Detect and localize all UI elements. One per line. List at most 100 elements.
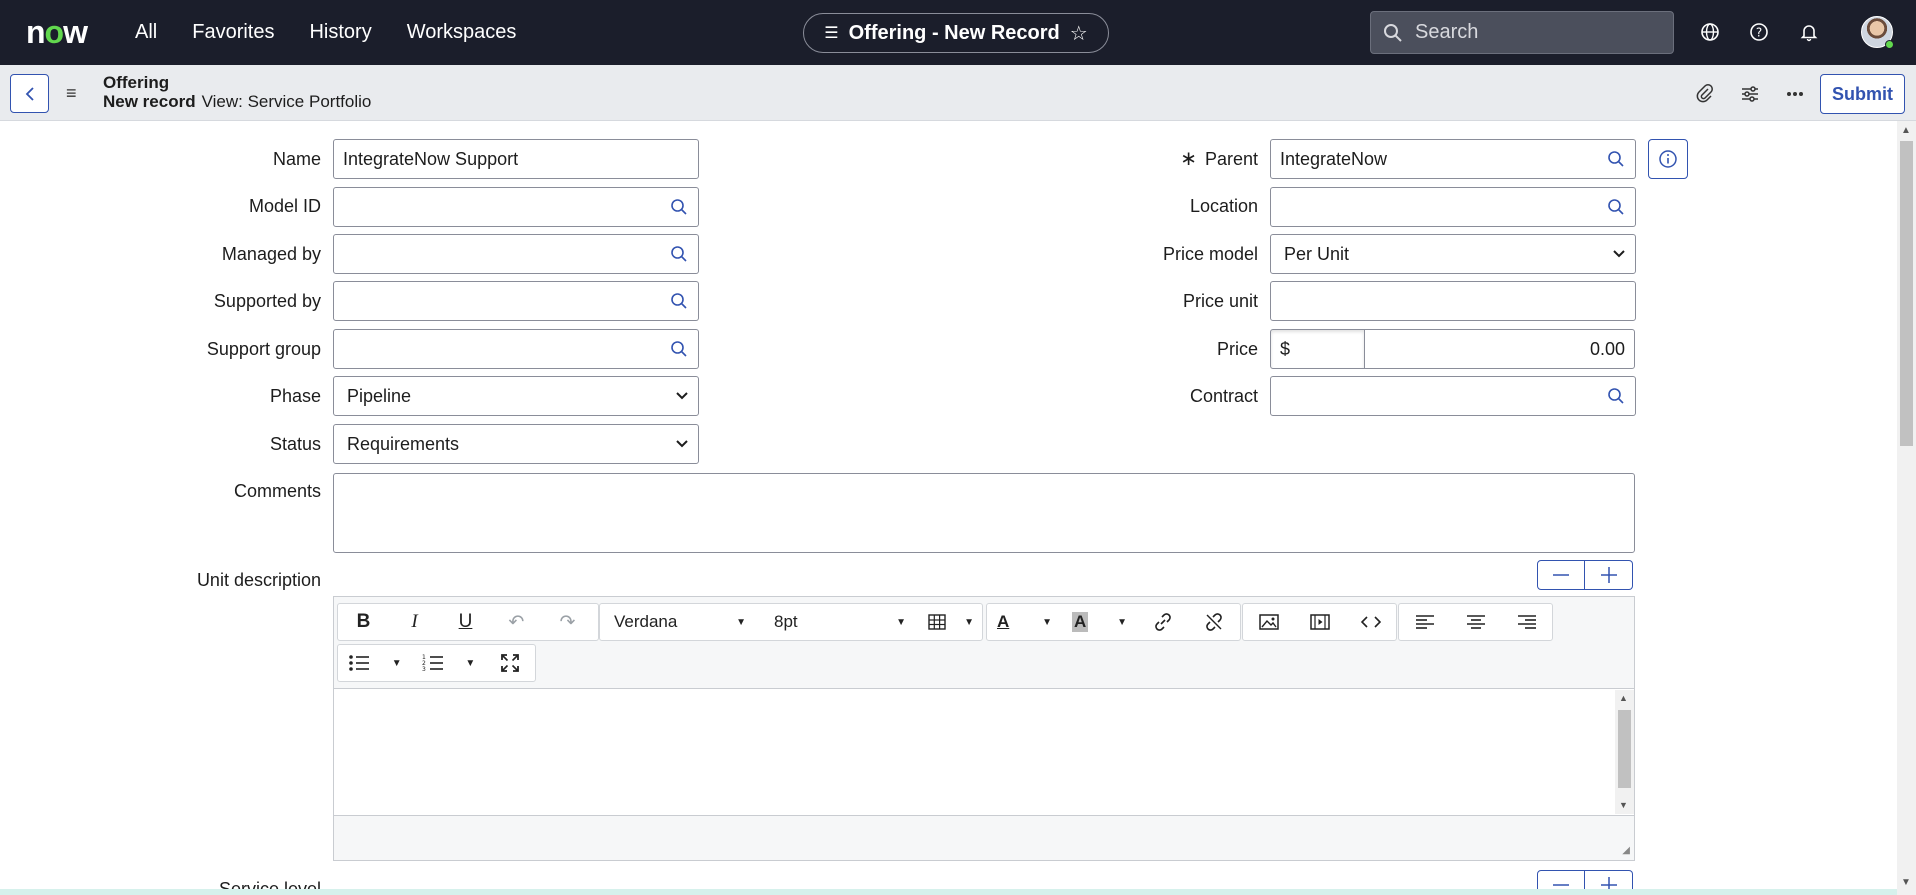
view-name: View: Service Portfolio: [201, 92, 372, 111]
align-left-icon[interactable]: [1399, 604, 1450, 640]
record-state: New record: [103, 92, 196, 111]
text-color-dropdown[interactable]: A ▼: [987, 604, 1062, 640]
managed-by-input[interactable]: [333, 234, 660, 274]
plus-icon: [1600, 877, 1617, 889]
help-icon[interactable]: ?: [1747, 20, 1771, 44]
unit-description-label: Unit description: [196, 570, 321, 590]
editor-scroll-up-icon[interactable]: ▲: [1619, 693, 1628, 703]
star-icon[interactable]: ☆: [1070, 21, 1088, 46]
form-header: ≡ Offering New record View: Service Portf…: [0, 65, 1916, 121]
bold-icon[interactable]: B: [338, 604, 389, 640]
bell-icon[interactable]: [1797, 20, 1821, 44]
nav-all[interactable]: All: [135, 21, 157, 44]
contract-input[interactable]: [1270, 376, 1597, 416]
unit-description-editor: B I U ↶ ↷ Verdana ▼ 8pt ▼ ▼ A ▼ A ▼ ▼ 1 …: [333, 596, 1635, 861]
parent-input[interactable]: IntegrateNow: [1270, 139, 1597, 179]
bullet-list-dropdown[interactable]: ▼: [338, 645, 412, 681]
font-size-value: 8pt: [774, 612, 798, 631]
managed-by-lookup-button[interactable]: [659, 234, 699, 274]
location-input[interactable]: [1270, 187, 1597, 227]
image-icon[interactable]: [1243, 604, 1294, 640]
price-model-select[interactable]: Per Unit: [1270, 234, 1636, 274]
caret-down-icon: ▼: [896, 616, 906, 628]
source-code-icon[interactable]: [1345, 604, 1396, 640]
collapse-service-level-button[interactable]: [1537, 870, 1585, 889]
italic-icon[interactable]: I: [389, 604, 440, 640]
scroll-down-icon[interactable]: ▼: [1901, 877, 1911, 888]
contract-lookup-button[interactable]: [1596, 376, 1636, 416]
paperclip-icon[interactable]: [1694, 83, 1716, 105]
context-menu-icon[interactable]: ≡: [66, 83, 77, 104]
link-icon[interactable]: [1137, 604, 1188, 640]
background-color-icon: A: [1072, 612, 1089, 632]
page-scrollbar-thumb[interactable]: [1900, 141, 1913, 446]
font-size-dropdown[interactable]: 8pt ▼: [760, 604, 920, 640]
submit-button[interactable]: Submit: [1820, 74, 1905, 114]
resize-handle-icon[interactable]: ◢: [1622, 845, 1630, 856]
undo-icon[interactable]: ↶: [491, 604, 542, 640]
support-group-input[interactable]: [333, 329, 660, 369]
bullet-list-icon: [349, 655, 369, 671]
model-id-lookup-button[interactable]: [659, 187, 699, 227]
managed-by-label: Managed by: [221, 244, 321, 264]
table-dropdown[interactable]: ▼: [920, 604, 982, 640]
align-center-icon[interactable]: [1450, 604, 1501, 640]
bottom-strip: [0, 889, 1897, 895]
font-family-dropdown[interactable]: Verdana ▼: [600, 604, 760, 640]
unlink-icon[interactable]: [1188, 604, 1239, 640]
nav-history[interactable]: History: [309, 21, 371, 44]
contract-field: [1270, 376, 1636, 416]
status-select[interactable]: Requirements: [333, 424, 699, 464]
caret-down-icon: ▼: [964, 616, 974, 628]
sliders-icon[interactable]: [1739, 83, 1761, 105]
price-amount-input[interactable]: 0.00: [1364, 329, 1635, 369]
caret-down-icon: ▼: [391, 657, 402, 669]
parent-field: IntegrateNow: [1270, 139, 1636, 179]
phase-selected-value: Pipeline: [347, 385, 412, 406]
name-input[interactable]: IntegrateNow Support: [333, 139, 699, 179]
minus-icon: [1553, 574, 1569, 576]
record-title: Offering - New Record: [848, 21, 1060, 44]
globe-icon[interactable]: [1698, 20, 1722, 44]
phase-select[interactable]: Pipeline: [333, 376, 699, 416]
price-currency-select[interactable]: $: [1270, 329, 1365, 369]
numbered-list-dropdown[interactable]: 123 ▼: [412, 645, 486, 681]
svg-text:3: 3: [422, 666, 426, 672]
align-right-icon[interactable]: [1501, 604, 1552, 640]
parent-info-button[interactable]: [1648, 139, 1688, 179]
supported-by-input[interactable]: [333, 281, 660, 321]
model-id-input[interactable]: [333, 187, 660, 227]
editor-content-area[interactable]: [334, 690, 1634, 814]
price-unit-input[interactable]: [1270, 281, 1636, 321]
record-title-pill[interactable]: ☰ Offering - New Record ☆: [803, 13, 1109, 53]
back-button[interactable]: [10, 74, 49, 113]
list-group: ▼ 123 ▼: [337, 644, 536, 682]
font-family-value: Verdana: [614, 612, 678, 631]
servicenow-logo[interactable]: now: [26, 14, 88, 50]
background-color-dropdown[interactable]: A ▼: [1062, 604, 1137, 640]
contract-label: Contract: [1189, 386, 1258, 406]
collapse-editor-button[interactable]: [1537, 560, 1585, 590]
video-icon[interactable]: [1294, 604, 1345, 640]
scroll-up-icon[interactable]: ▲: [1901, 125, 1911, 136]
editor-scroll-down-icon[interactable]: ▼: [1619, 800, 1628, 810]
location-lookup-button[interactable]: [1596, 187, 1636, 227]
fullscreen-icon[interactable]: [485, 645, 535, 681]
underline-icon[interactable]: U: [440, 604, 491, 640]
record-subtitle: New record View: Service Portfolio: [103, 92, 371, 112]
comments-textarea[interactable]: [333, 473, 1635, 553]
expand-service-level-button[interactable]: [1585, 870, 1633, 889]
global-search-input[interactable]: Search: [1370, 11, 1674, 54]
price-model-label: Price model: [1162, 244, 1258, 264]
nav-favorites[interactable]: Favorites: [192, 21, 274, 44]
supported-by-lookup-button[interactable]: [659, 281, 699, 321]
redo-icon[interactable]: ↷: [542, 604, 593, 640]
model-id-label: Model ID: [248, 196, 321, 216]
editor-scrollbar-thumb[interactable]: [1618, 710, 1631, 788]
more-icon[interactable]: [1784, 83, 1806, 105]
expand-editor-button[interactable]: [1585, 560, 1633, 590]
font-group: Verdana ▼ 8pt ▼ ▼: [599, 603, 983, 641]
support-group-lookup-button[interactable]: [659, 329, 699, 369]
parent-lookup-button[interactable]: [1596, 139, 1636, 179]
nav-workspaces[interactable]: Workspaces: [407, 21, 517, 44]
